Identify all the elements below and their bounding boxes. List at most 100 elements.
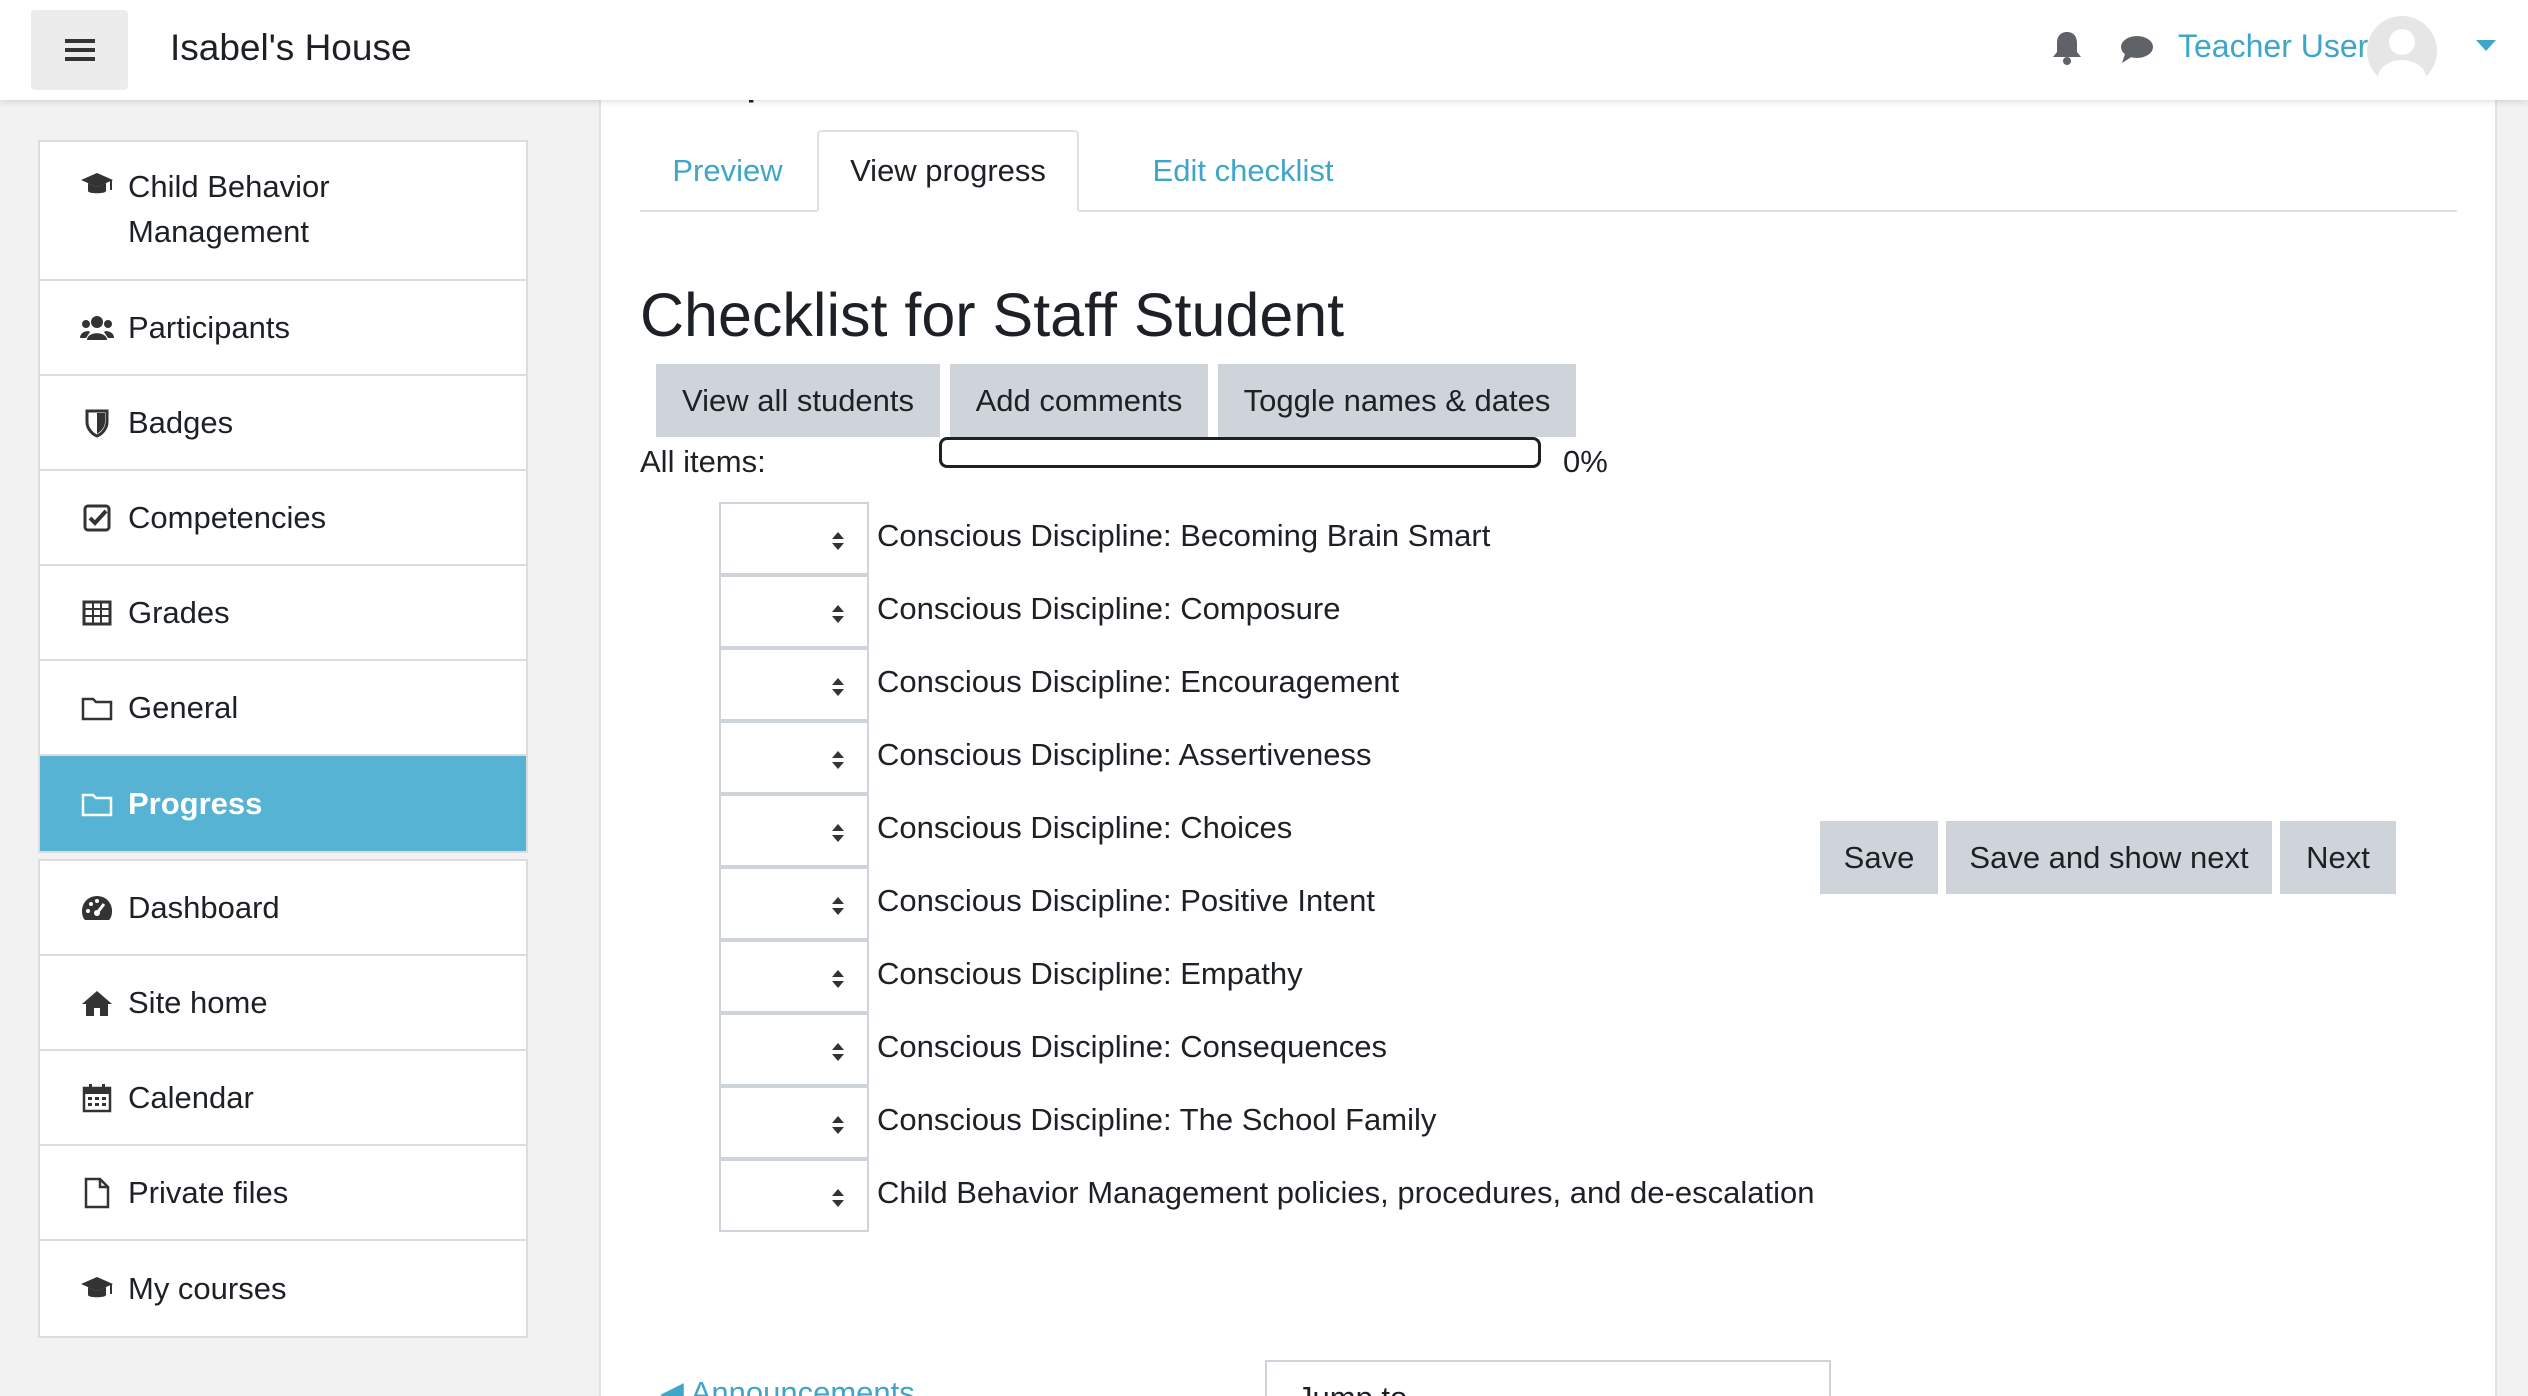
list-item-label: Conscious Discipline: Empathy [877, 956, 1303, 991]
sidebar-item-calendar[interactable]: Calendar [40, 1051, 526, 1146]
toggle-names-dates-button[interactable]: Toggle names & dates [1218, 364, 1576, 437]
item-status-select[interactable] [719, 1159, 869, 1232]
sidebar-item-dashboard[interactable]: Dashboard [40, 861, 526, 956]
calendar-icon [80, 1081, 114, 1115]
select-arrows-icon [831, 603, 845, 630]
progress-bar [939, 437, 1541, 468]
list-item: Conscious Discipline: Composure [719, 575, 1919, 648]
list-item-label: Child Behavior Management policies, proc… [877, 1175, 1815, 1210]
tab-edit-checklist[interactable]: Edit checklist [1090, 130, 1396, 212]
sidebar-item-label: Participants [128, 309, 290, 345]
dashboard-icon [80, 891, 114, 925]
sidebar-item-label: Child Behavior Management [128, 169, 330, 249]
previous-activity-link[interactable]: ◀ Announcements [660, 1375, 915, 1396]
select-arrows-icon [831, 1187, 845, 1214]
graduation-cap-icon [80, 1272, 114, 1306]
site-nav-group: Dashboard Site home Calendar Private fil… [38, 859, 528, 1338]
list-item-label: Conscious Discipline: Positive Intent [877, 883, 1375, 918]
file-icon [80, 1176, 114, 1210]
item-status-select[interactable] [719, 867, 869, 940]
item-status-select[interactable] [719, 721, 869, 794]
site-title[interactable]: Isabel's House [170, 27, 412, 69]
select-arrows-icon [831, 749, 845, 776]
user-menu-name[interactable]: Teacher User [2178, 28, 2368, 65]
shield-icon [80, 406, 114, 440]
add-comments-button[interactable]: Add comments [950, 364, 1208, 437]
graduation-cap-icon [80, 168, 114, 202]
list-item-label: Conscious Discipline: Consequences [877, 1029, 1388, 1064]
select-arrows-icon [831, 968, 845, 995]
sidebar-item-general[interactable]: General [40, 661, 526, 756]
course-nav-group: Child Behavior Management Participants B… [38, 140, 528, 853]
sidebar-item-my-courses[interactable]: My courses [40, 1241, 526, 1336]
save-button[interactable]: Save [1820, 821, 1938, 894]
select-arrows-icon [831, 530, 845, 557]
sidebar-item-progress[interactable]: Progress [40, 756, 526, 851]
list-item-label: Conscious Discipline: Choices [877, 810, 1293, 845]
folder-icon [80, 691, 114, 725]
sidebar-item-participants[interactable]: Participants [40, 281, 526, 376]
progress-percent: 0% [1563, 444, 1608, 479]
list-item-label: Conscious Discipline: Becoming Brain Sma… [877, 518, 1491, 553]
list-item: Conscious Discipline: Consequences [719, 1013, 1919, 1086]
sidebar-item-label: Dashboard [128, 889, 280, 925]
list-item-label: Conscious Discipline: Composure [877, 591, 1341, 626]
sidebar-item-label: Private files [128, 1174, 289, 1210]
all-items-label: All items: [640, 444, 766, 479]
sidebar-item-label: Badges [128, 404, 234, 440]
sidebar-item-grades[interactable]: Grades [40, 566, 526, 661]
menu-toggle-button[interactable] [31, 10, 128, 90]
hamburger-icon [64, 37, 95, 64]
list-item: Conscious Discipline: Assertiveness [719, 721, 1919, 794]
next-button[interactable]: Next [2280, 821, 2396, 894]
list-item: Conscious Discipline: Becoming Brain Sma… [719, 502, 1919, 575]
check-square-icon [80, 501, 114, 535]
item-status-select[interactable] [719, 1086, 869, 1159]
item-status-select[interactable] [719, 648, 869, 721]
list-item-label: Conscious Discipline: Assertiveness [877, 737, 1372, 772]
list-item-label: Conscious Discipline: The School Family [877, 1102, 1437, 1137]
list-item: Conscious Discipline: Choices [719, 794, 1919, 867]
sidebar-item-site-home[interactable]: Site home [40, 956, 526, 1051]
sidebar-item-label: Competencies [128, 499, 327, 535]
item-status-select[interactable] [719, 1013, 869, 1086]
select-arrows-icon [831, 1114, 845, 1141]
sidebar-item-label: General [128, 689, 239, 725]
list-item: Conscious Discipline: Positive Intent [719, 867, 1919, 940]
save-and-show-next-button[interactable]: Save and show next [1946, 821, 2272, 894]
list-item: Conscious Discipline: Encouragement [719, 648, 1919, 721]
sidebar-item-label: Calendar [128, 1079, 254, 1115]
item-status-select[interactable] [719, 575, 869, 648]
nav-drawer: Child Behavior Management Participants B… [0, 100, 567, 1396]
list-item: Conscious Discipline: Empathy [719, 940, 1919, 1013]
sidebar-item-label: Site home [128, 984, 268, 1020]
select-arrows-icon [831, 1041, 845, 1068]
view-all-students-button[interactable]: View all students [656, 364, 940, 437]
notifications-bell-icon[interactable] [2051, 30, 2083, 71]
list-item-label: Conscious Discipline: Encouragement [877, 664, 1400, 699]
messages-chat-icon[interactable] [2120, 34, 2154, 69]
sidebar-item-course[interactable]: Child Behavior Management [40, 142, 526, 281]
tab-view-progress[interactable]: View progress [817, 130, 1079, 212]
item-status-select[interactable] [719, 502, 869, 575]
top-navbar: Isabel's House Teacher User [0, 0, 2528, 100]
tab-preview[interactable]: Preview [640, 130, 815, 212]
avatar[interactable] [2367, 16, 2437, 86]
sidebar-item-label: Grades [128, 594, 230, 630]
folder-icon [80, 787, 114, 821]
select-arrows-icon [831, 895, 845, 922]
sidebar-item-badges[interactable]: Badges [40, 376, 526, 471]
sidebar-item-label: Progress [128, 785, 263, 821]
list-item: Child Behavior Management policies, proc… [719, 1159, 1919, 1232]
item-status-select[interactable] [719, 940, 869, 1013]
home-icon [80, 986, 114, 1020]
table-icon [80, 596, 114, 630]
sidebar-item-competencies[interactable]: Competencies [40, 471, 526, 566]
item-status-select[interactable] [719, 794, 869, 867]
select-arrows-icon [831, 822, 845, 849]
user-menu-chevron-down-icon[interactable] [2476, 40, 2496, 51]
jump-to-select[interactable]: Jump to... [1265, 1360, 1831, 1396]
page-title: Checklist for Staff Student [640, 281, 1345, 349]
sidebar-item-private-files[interactable]: Private files [40, 1146, 526, 1241]
select-arrows-icon [831, 676, 845, 703]
